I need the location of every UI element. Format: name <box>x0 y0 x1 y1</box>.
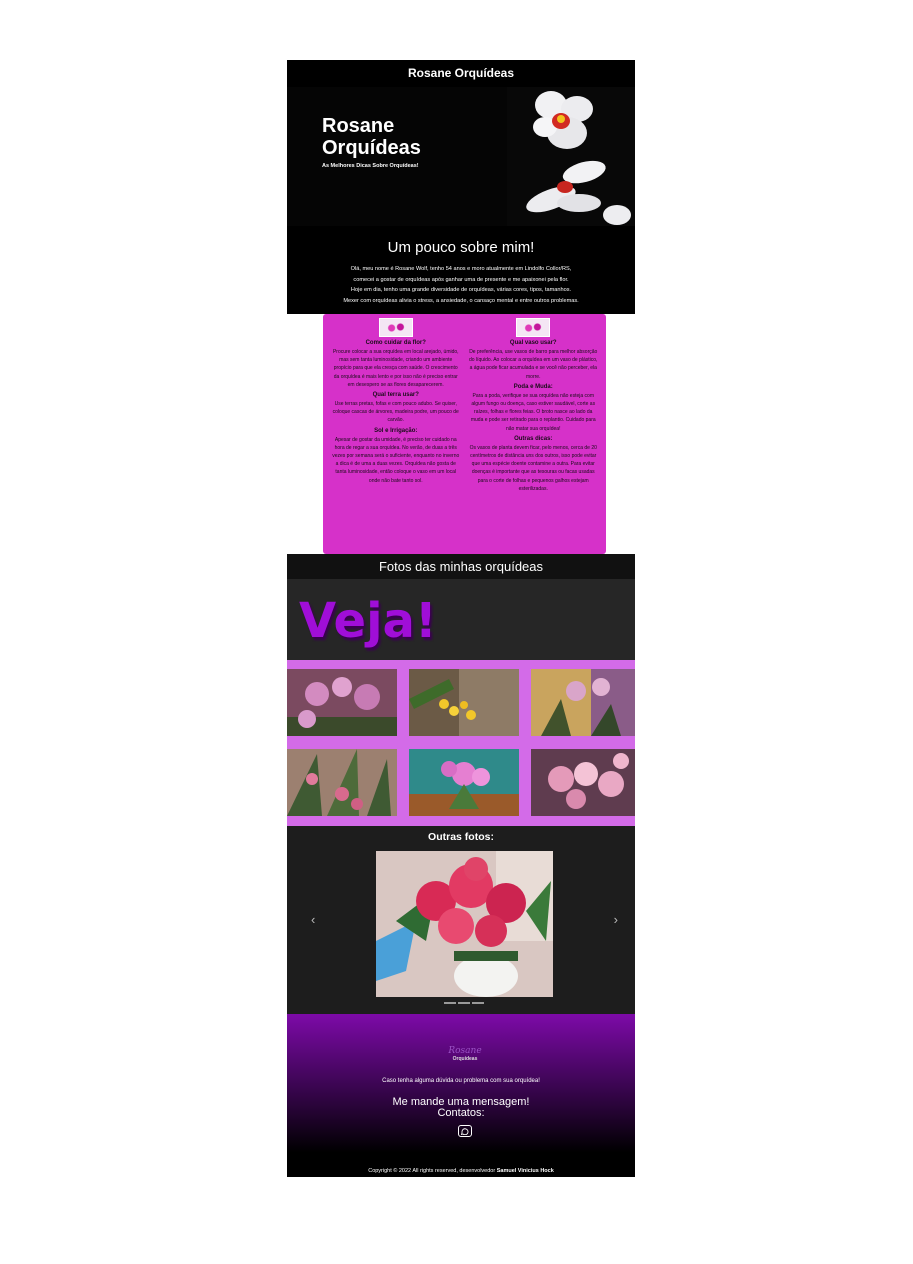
tips-column-left: Como cuidar da flor? Procure colocar a s… <box>327 318 465 548</box>
photos-title-bar: Fotos das minhas orquídeas <box>287 554 635 579</box>
about-section: Um pouco sobre mim! Olá, meu nome é Rosa… <box>287 226 635 314</box>
about-text: Olá, meu nome é Rosane Wolf, tenho 54 an… <box>343 266 579 304</box>
carousel-indicators <box>444 1002 484 1004</box>
chevron-left-icon: ‹ <box>311 912 316 927</box>
tip-title: Sol e Irrigação: <box>374 427 418 434</box>
veja-text: Veja! <box>299 593 437 649</box>
tip-text: Apesar de gostar da umidade, é preciso t… <box>332 436 460 484</box>
pink-flowers-vase-photo[interactable] <box>376 851 553 997</box>
other-photos-carousel: Outras fotos: ‹ › <box>287 826 635 1014</box>
footer-logo: Rosane Orquídeas <box>448 1046 482 1063</box>
about-title: Um pouco sobre mim! <box>387 239 535 256</box>
tip-title: Qual terra usar? <box>372 392 419 399</box>
orchid-site-page: Rosane Orquídeas Rosane Orquídeas As Mel… <box>287 60 635 1177</box>
yellow-orchids-photo[interactable] <box>409 669 519 736</box>
carousel-title: Outras fotos: <box>428 831 494 843</box>
hero-subtitle: As Melhores Dicas Sobre Orquídeas! <box>322 163 419 169</box>
copyright: Copyright © 2022 All rights reserved, de… <box>368 1168 554 1174</box>
orchid-logo-icon <box>378 318 413 337</box>
orchid-logo-icon <box>516 318 551 337</box>
pink-orchid-stems-photo[interactable] <box>287 748 397 816</box>
footer-question: Caso tenha alguma dúvida ou problema com… <box>382 1078 540 1084</box>
site-title: Rosane Orquídeas <box>407 66 515 80</box>
pink-orchids-window-photo[interactable] <box>531 669 635 736</box>
tip-title: Como cuidar da flor? <box>365 340 426 346</box>
pink-orchids-photo[interactable] <box>287 669 397 736</box>
tips-card: Como cuidar da flor? Procure colocar a s… <box>323 314 606 554</box>
tip-title: Qual vaso usar? <box>509 340 557 346</box>
tip-text: Para a poda, verifique se sua orquídea n… <box>470 392 596 432</box>
tip-text: De preferência, use vasos de barro para … <box>469 349 598 380</box>
veja-banner: Veja! <box>287 579 635 660</box>
carousel-indicator[interactable] <box>472 1002 484 1004</box>
carousel-indicator[interactable] <box>444 1002 456 1004</box>
hero-title: Rosane Orquídeas <box>322 115 421 159</box>
tip-text: Os vasos de planta devem ficar, pelo men… <box>469 444 597 492</box>
site-title-bar: Rosane Orquídeas <box>287 60 635 87</box>
tips-column-right: Qual vaso usar? De preferência, use vaso… <box>465 318 603 548</box>
photos-title: Fotos das minhas orquídeas <box>378 559 544 574</box>
footer: Rosane Orquídeas Caso tenha alguma dúvid… <box>287 1014 635 1177</box>
tip-title: Outras dicas: <box>514 435 553 442</box>
photo-grid <box>287 660 635 826</box>
tip-text: Use terras pretas, fofas e com pouco adu… <box>332 401 459 424</box>
developer-name: Samuel Vinicius Hock <box>496 1168 554 1174</box>
footer-contacts-label: Contatos: <box>437 1107 485 1119</box>
carousel-next-button[interactable]: › <box>614 912 618 927</box>
tip-title: Poda e Muda: <box>513 383 553 390</box>
tip-text: Procure colocar a sua orquídea em local … <box>332 349 459 388</box>
light-pink-orchids-photo[interactable] <box>531 748 635 816</box>
carousel-indicator[interactable] <box>458 1002 470 1004</box>
white-orchid-image <box>507 87 635 226</box>
tips-area: Como cuidar da flor? Procure colocar a s… <box>287 314 635 554</box>
carousel-prev-button[interactable]: ‹ <box>311 912 315 927</box>
pink-orchid-pot-photo[interactable] <box>409 748 519 816</box>
whatsapp-icon[interactable] <box>458 1125 472 1137</box>
hero-banner: Rosane Orquídeas As Melhores Dicas Sobre… <box>287 87 635 226</box>
chevron-right-icon: › <box>613 912 618 927</box>
